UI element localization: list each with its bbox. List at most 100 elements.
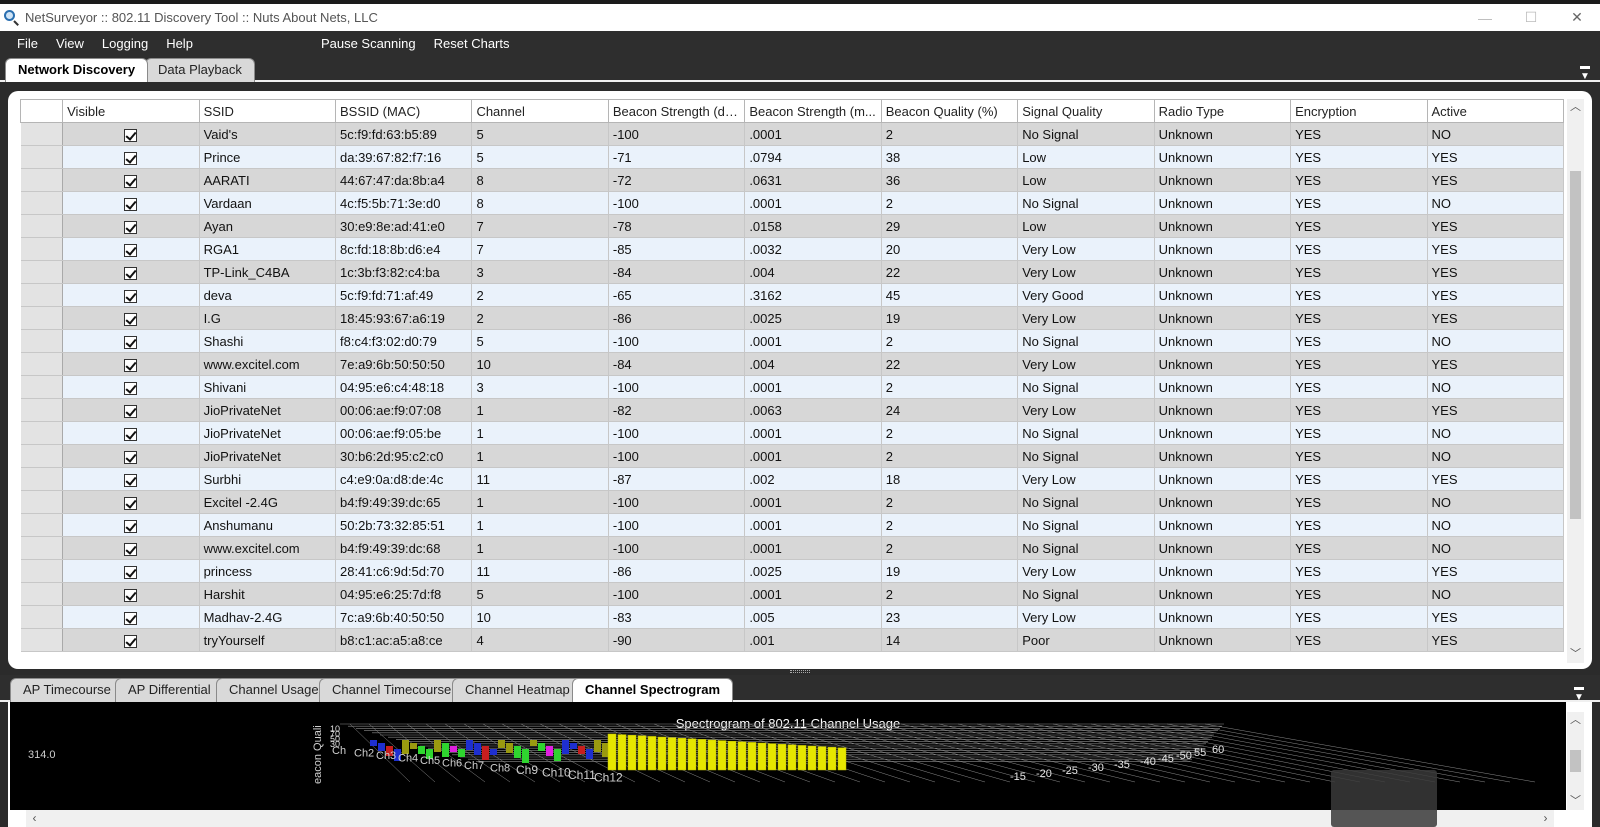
checkbox-checked-icon[interactable] [124,611,138,625]
table-row[interactable]: Madhav-2.4G 7c:a9:6b:40:50:50 10 -83.005 23 V… [20,605,1564,629]
minimize-button[interactable]: — [1462,4,1508,31]
close-button[interactable]: ✕ [1554,4,1600,31]
table-row[interactable]: TP-Link_C4BA 1c:3b:f3:82:c4:ba 3 -84.004 22 V… [20,260,1564,284]
scroll-down-arrow-icon[interactable]: ﹀ [1567,793,1584,810]
menu-logging[interactable]: Logging [93,36,157,51]
row-header[interactable] [20,513,64,537]
row-header[interactable] [20,237,64,261]
column-header[interactable]: Channel [471,99,609,123]
table-row[interactable]: Shashi f8:c4:f3:02:d0:79 5 -100.0001 2 No Sig… [20,329,1564,353]
checkbox-checked-icon[interactable] [124,243,138,257]
column-header[interactable]: Visible [62,99,200,123]
row-header[interactable] [20,421,64,445]
row-header[interactable] [20,582,64,606]
table-row[interactable]: Surbhi c4:e9:0a:d8:de:4c 11 -87.002 18 Very L… [20,467,1564,491]
tab-channel-usage[interactable]: Channel Usage [216,678,332,702]
row-header[interactable] [20,536,64,560]
row-header[interactable] [20,628,64,652]
table-row[interactable]: JioPrivateNet 00:06:ae:f9:07:08 1 -82.0063 2… [20,398,1564,422]
checkbox-checked-icon[interactable] [124,266,138,280]
menu-file[interactable]: File [0,36,47,51]
column-header[interactable]: Signal Quality [1017,99,1155,123]
menu-help[interactable]: Help [157,36,202,51]
checkbox-checked-icon[interactable] [124,427,138,441]
chart-horizontal-scrollbar[interactable]: ‹ › [26,810,1554,827]
row-header[interactable] [20,490,64,514]
checkbox-checked-icon[interactable] [124,588,138,602]
scroll-right-arrow-icon[interactable]: › [1537,810,1554,827]
row-header[interactable] [20,398,64,422]
table-row[interactable]: Vaid's 5c:f9:fd:63:b5:89 5 -100.0001 2 No Sig… [20,122,1564,146]
checkbox-checked-icon[interactable] [124,519,138,533]
checkbox-checked-icon[interactable] [124,151,138,165]
column-header[interactable]: SSID [198,99,337,123]
table-row[interactable]: tryYourself b8:c1:ac:a5:a8:ce 4 -90.001 14 Po… [20,628,1564,652]
checkbox-checked-icon[interactable] [124,197,138,211]
table-row[interactable]: Anshumanu 50:2b:73:32:85:51 1 -100.0001 2 No … [20,513,1564,537]
reset-charts-button[interactable]: Reset Charts [425,36,519,51]
table-row[interactable]: Ayan 30:e9:8e:ad:41:e0 7 -78.0158 29 Low Unkno… [20,214,1564,238]
checkbox-checked-icon[interactable] [124,335,138,349]
row-header[interactable] [20,329,64,353]
tab-channel-heatmap[interactable]: Channel Heatmap [452,678,583,702]
row-header[interactable] [20,605,64,629]
checkbox-checked-icon[interactable] [124,381,138,395]
column-header[interactable]: Encryption [1290,99,1428,123]
row-header-corner[interactable] [20,99,64,123]
checkbox-checked-icon[interactable] [124,542,138,556]
tab-ap-timecourse[interactable]: AP Timecourse [10,678,124,702]
table-row[interactable]: JioPrivateNet 30:b6:2d:95:c2:c0 1 -100.0001… [20,444,1564,468]
scroll-up-arrow-icon[interactable]: ︿ [1567,712,1584,729]
table-row[interactable]: RGA1 8c:fd:18:8b:d6:e4 7 -85.0032 20 Very Low… [20,237,1564,261]
row-header[interactable] [20,306,64,330]
grid-vertical-scrollbar[interactable]: ︿ ﹀ [1567,99,1584,663]
checkbox-checked-icon[interactable] [124,404,138,418]
checkbox-checked-icon[interactable] [124,473,138,487]
row-header[interactable] [20,145,64,169]
row-header[interactable] [20,283,64,307]
checkbox-checked-icon[interactable] [124,450,138,464]
panel-menu-icon[interactable]: ▬ ▼ [1573,683,1585,703]
checkbox-checked-icon[interactable] [124,496,138,510]
tab-channel-timecourse[interactable]: Channel Timecourse [319,678,465,702]
table-row[interactable]: princess 28:41:c6:9d:5d:70 11 -86.0025 19 Ver… [20,559,1564,583]
panel-menu-icon[interactable]: ▬ ▼ [1579,62,1591,82]
tab-network-discovery[interactable]: Network Discovery [5,58,149,82]
scroll-up-arrow-icon[interactable]: ︿ [1567,99,1584,116]
table-row[interactable]: Shivani 04:95:e6:c4:48:18 3 -100.0001 2 No Si… [20,375,1564,399]
table-row[interactable]: Harshit 04:95:e6:25:7d:f8 5 -100.0001 2 No Si… [20,582,1564,606]
table-row[interactable]: AARATI 44:67:47:da:8b:a4 8 -72.0631 36 Low Unk… [20,168,1564,192]
scrollbar-thumb[interactable] [1570,171,1581,519]
table-row[interactable]: Vardaan 4c:f5:5b:71:3e:d0 8 -100.0001 2 No Si… [20,191,1564,215]
column-header[interactable]: BSSID (MAC) [334,99,473,123]
checkbox-checked-icon[interactable] [124,358,138,372]
pause-scanning-button[interactable]: Pause Scanning [312,36,425,51]
row-header[interactable] [20,260,64,284]
menu-view[interactable]: View [47,36,93,51]
tab-channel-spectrogram[interactable]: Channel Spectrogram [572,678,734,702]
scroll-down-arrow-icon[interactable]: ﹀ [1567,646,1584,663]
row-header[interactable] [20,191,64,215]
column-header[interactable]: Beacon Strength (m... [744,99,882,123]
scrollbar-thumb[interactable] [1570,750,1581,772]
table-row[interactable]: JioPrivateNet 00:06:ae:f9:05:be 1 -100.0001… [20,421,1564,445]
table-row[interactable]: I.G 18:45:93:67:a6:19 2 -86.0025 19 Very Low U… [20,306,1564,330]
column-header[interactable]: Active [1426,99,1564,123]
row-header[interactable] [20,122,64,146]
checkbox-checked-icon[interactable] [124,220,138,234]
checkbox-checked-icon[interactable] [124,634,138,648]
table-row[interactable]: www.excitel.com 7e:a9:6b:50:50:50 10 -84.00… [20,352,1564,376]
tab-ap-differential[interactable]: AP Differential [115,678,224,702]
table-row[interactable]: deva 5c:f9:fd:71:af:49 2 -65.3162 45 Very Goo… [20,283,1564,307]
checkbox-checked-icon[interactable] [124,312,138,326]
table-row[interactable]: Prince da:39:67:82:f7:16 5 -71.0794 38 Low Unk… [20,145,1564,169]
maximize-button[interactable]: ☐ [1508,4,1554,31]
column-header[interactable]: Beacon Quality (%) [880,99,1019,123]
table-row[interactable]: Excitel -2.4G b4:f9:49:39:dc:65 1 -100.0001… [20,490,1564,514]
row-header[interactable] [20,559,64,583]
checkbox-checked-icon[interactable] [124,289,138,303]
checkbox-checked-icon[interactable] [124,174,138,188]
column-header[interactable]: Radio Type [1153,99,1292,123]
row-header[interactable] [20,352,64,376]
row-header[interactable] [20,168,64,192]
